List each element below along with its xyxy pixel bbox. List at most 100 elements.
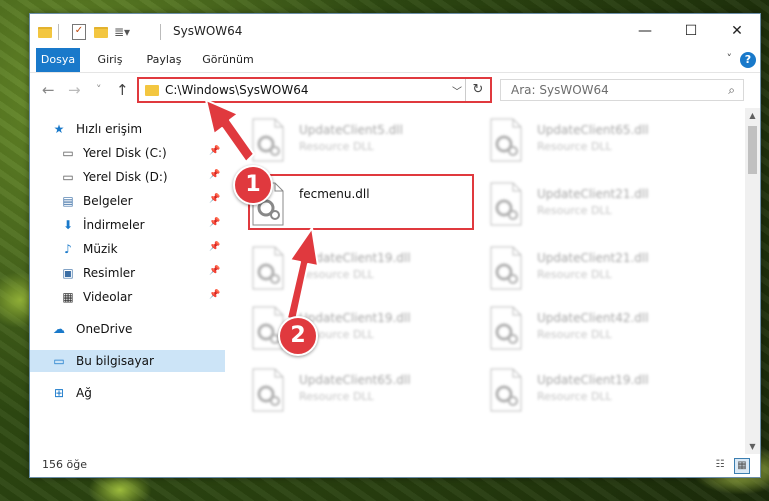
status-bar: 156 öğe ☷ ▦ [30, 454, 760, 477]
title-sep [160, 24, 161, 40]
sidebar-item-disk-d[interactable]: ▭ Yerel Disk (D:) 📌 [30, 166, 225, 188]
sidebar-item-network[interactable]: ⊞ Ağ [30, 382, 225, 404]
file-item[interactable]: UpdateClient65.dll Resource DLL [225, 364, 455, 420]
sidebar-item-label: Resimler [83, 266, 136, 280]
sidebar-item-onedrive[interactable]: ☁ OneDrive [30, 318, 225, 340]
close-button[interactable]: ✕ [714, 14, 760, 48]
file-item[interactable]: UpdateClient19.dll Resource DLL [463, 364, 693, 420]
sidebar-item-pictures[interactable]: ▣ Resimler 📌 [30, 262, 225, 284]
file-name: UpdateClient65.dll [537, 123, 649, 137]
vertical-scrollbar[interactable]: ▲ ▼ [745, 108, 760, 454]
file-list: UpdateClient5.dll Resource DLL fecmenu.d… [225, 108, 745, 454]
sidebar-item-this-pc[interactable]: ▭ Bu bilgisayar [30, 350, 225, 372]
sidebar-item-documents[interactable]: ▤ Belgeler 📌 [30, 190, 225, 212]
music-icon: ♪ [64, 242, 72, 256]
pin-icon: 📌 [209, 170, 221, 180]
title-bar: ✓ ≣▾ SysWOW64 — ☐ ✕ [30, 14, 760, 48]
expand-ribbon-icon[interactable]: ˅ [727, 52, 733, 65]
new-folder-icon[interactable] [94, 24, 108, 40]
file-name: UpdateClient65.dll [299, 373, 411, 387]
file-name: UpdateClient21.dll [537, 187, 649, 201]
star-icon: ★ [53, 122, 65, 136]
sidebar-item-music[interactable]: ♪ Müzik 📌 [30, 238, 225, 260]
sidebar-item-label: İndirmeler [83, 218, 145, 232]
details-view-icon[interactable]: ☷ [713, 458, 727, 472]
file-item[interactable]: UpdateClient21.dll Resource DLL [463, 178, 693, 234]
file-name: UpdateClient5.dll [299, 123, 403, 137]
file-item[interactable]: UpdateClient19.dll Resource DLL [225, 302, 455, 358]
folder-icon [38, 24, 52, 40]
pin-icon: 📌 [209, 146, 221, 156]
back-button[interactable]: ← [42, 81, 55, 99]
file-item[interactable]: UpdateClient42.dll Resource DLL [463, 302, 693, 358]
sidebar-item-videos[interactable]: ▦ Videolar 📌 [30, 286, 225, 308]
search-input[interactable]: Ara: SysWOW64 ⌕ [500, 79, 744, 101]
sidebar-item-downloads[interactable]: ⬇ İndirmeler 📌 [30, 214, 225, 236]
pin-icon: 📌 [209, 290, 221, 300]
file-type: Resource DLL [537, 204, 612, 217]
large-icons-view-icon[interactable]: ▦ [734, 458, 750, 474]
computer-icon: ▭ [53, 354, 65, 368]
sidebar-item-label: Hızlı erişim [76, 122, 143, 136]
tab-file[interactable]: Dosya [36, 48, 80, 72]
minimize-button[interactable]: — [622, 14, 668, 48]
navigation-bar: ← → ˅ ↑ C:\Windows\SysWOW64 ﹀ ↻ Ara: Sys… [30, 72, 760, 108]
window-title: SysWOW64 [173, 24, 243, 38]
file-name: UpdateClient21.dll [537, 251, 649, 265]
dll-file-icon [252, 118, 284, 162]
tab-home[interactable]: Giriş [90, 48, 130, 72]
file-name: UpdateClient19.dll [299, 311, 411, 325]
step-1-callout: 1 [233, 165, 273, 205]
sidebar-item-quick-access[interactable]: ★ Hızlı erişim [30, 118, 225, 140]
sidebar-item-label: Ağ [76, 386, 92, 400]
sidebar-item-label: OneDrive [76, 322, 133, 336]
recent-locations-button[interactable]: ˅ [96, 81, 102, 99]
document-icon: ▤ [62, 194, 74, 208]
properties-icon[interactable]: ✓ [72, 24, 86, 40]
file-type: Resource DLL [299, 268, 374, 281]
drive-icon: ▭ [62, 170, 74, 184]
pin-icon: 📌 [209, 242, 221, 252]
file-name: UpdateClient42.dll [537, 311, 649, 325]
tab-view[interactable]: Görünüm [198, 48, 258, 72]
sidebar-item-label: Videolar [83, 290, 133, 304]
scroll-up-icon[interactable]: ▲ [745, 108, 760, 123]
ribbon-tabs: Dosya Giriş Paylaş Görünüm ˅ ? [30, 48, 760, 73]
file-item[interactable]: UpdateClient65.dll Resource DLL [463, 114, 693, 170]
chevron-down-icon[interactable]: ﹀ [452, 83, 462, 98]
dll-file-icon [490, 118, 522, 162]
scroll-down-icon[interactable]: ▼ [745, 439, 760, 454]
navigation-pane: ★ Hızlı erişim ▭ Yerel Disk (C:) 📌 ▭ Yer… [30, 108, 225, 454]
help-button[interactable]: ? [740, 52, 756, 68]
dll-file-icon [490, 246, 522, 290]
file-item[interactable]: UpdateClient21.dll Resource DLL [463, 242, 693, 298]
file-type: Resource DLL [299, 390, 374, 403]
address-path[interactable]: C:\Windows\SysWOW64 [165, 83, 309, 97]
sidebar-item-label: Bu bilgisayar [76, 354, 154, 368]
file-type: Resource DLL [537, 268, 612, 281]
refresh-button[interactable]: ↻ [465, 79, 490, 101]
sidebar-item-disk-c[interactable]: ▭ Yerel Disk (C:) 📌 [30, 142, 225, 164]
file-item[interactable]: UpdateClient19.dll Resource DLL [225, 242, 455, 298]
quick-access-sep [58, 24, 59, 40]
sidebar-item-label: Yerel Disk (D:) [83, 170, 168, 184]
pin-icon: 📌 [209, 218, 221, 228]
customize-toolbar-icon[interactable]: ≣▾ [114, 24, 130, 40]
folder-icon [145, 85, 159, 96]
item-count: 156 öğe [42, 458, 87, 471]
explorer-window: ✓ ≣▾ SysWOW64 — ☐ ✕ Dosya Giriş Paylaş G… [29, 13, 761, 478]
search-placeholder: Ara: SysWOW64 [511, 83, 609, 97]
forward-button[interactable]: → [68, 81, 81, 99]
up-button[interactable]: ↑ [116, 81, 129, 99]
maximize-button[interactable]: ☐ [668, 14, 714, 48]
search-icon[interactable]: ⌕ [728, 83, 735, 98]
tab-share[interactable]: Paylaş [140, 48, 188, 72]
file-name: UpdateClient19.dll [537, 373, 649, 387]
file-type: Resource DLL [537, 140, 612, 153]
highlight-fecmenu-file [248, 174, 474, 230]
address-bar[interactable]: C:\Windows\SysWOW64 ﹀ ↻ [137, 77, 492, 103]
file-type: Resource DLL [299, 140, 374, 153]
file-item[interactable]: UpdateClient5.dll Resource DLL [225, 114, 455, 170]
scroll-thumb[interactable] [748, 126, 757, 174]
dll-file-icon [252, 368, 284, 412]
